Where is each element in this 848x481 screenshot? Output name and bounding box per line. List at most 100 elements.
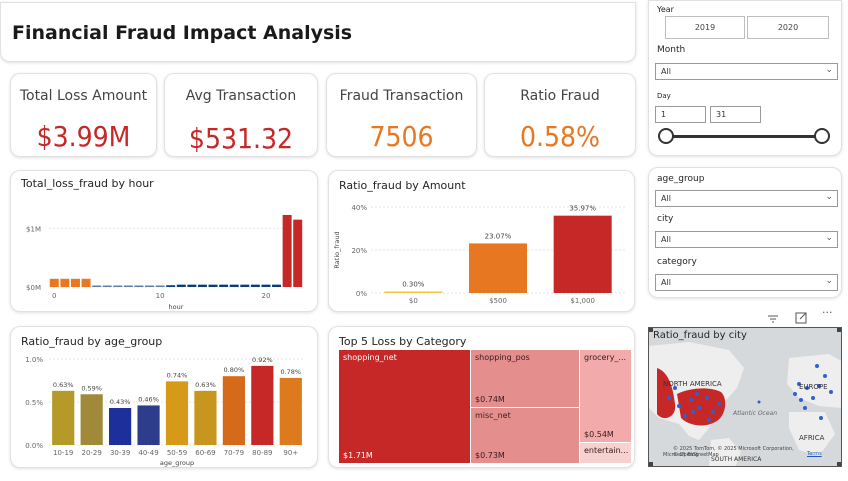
y-tick-label: 20% — [351, 247, 367, 255]
bar — [222, 376, 245, 445]
bar — [469, 243, 527, 293]
x-tick-label: $1,000 — [570, 297, 595, 305]
map-copyright: © 2025 TomTom, © 2025 Microsoft Corporat… — [673, 446, 794, 458]
x-tick-label: 70-79 — [224, 449, 244, 457]
year-2019-button[interactable]: 2019 — [665, 16, 745, 39]
category-dropdown[interactable]: All ⌄ — [655, 274, 838, 291]
month-label: Month — [657, 45, 686, 55]
kpi-label: Total Loss Amount — [19, 88, 148, 104]
x-tick-label: $0 — [409, 297, 418, 305]
data-label: 0.46% — [138, 395, 159, 403]
day-slider-end-handle[interactable] — [814, 128, 830, 144]
bar — [80, 394, 103, 445]
attribute-filter-panel: age_group All ⌄ city All ⌄ category All … — [648, 167, 842, 298]
resize-handle-bl[interactable] — [649, 462, 653, 466]
more-options-icon[interactable]: ··· — [822, 306, 833, 319]
bar — [187, 284, 197, 287]
map-label-north-america: NORTH AMERICA — [663, 380, 722, 388]
treemap-cell-shopping-net[interactable]: shopping_net $1.71M — [339, 350, 470, 463]
bar — [272, 284, 282, 287]
data-label: 35.97% — [569, 205, 596, 213]
x-tick-label: 40-49 — [138, 449, 158, 457]
kpi-label: Ratio Fraud — [520, 88, 600, 104]
y-tick-label: 0.5% — [25, 399, 43, 407]
x-tick-label: 10 — [156, 292, 165, 300]
age-group-label: age_group — [657, 174, 705, 184]
y-tick-label: 0% — [356, 290, 367, 298]
y-tick-label: 0.0% — [25, 442, 43, 450]
month-value: All — [661, 67, 671, 76]
title-card: Financial Fraud Impact Analysis — [0, 2, 636, 62]
bar — [384, 291, 443, 293]
treemap-cell-label: shopping_net — [343, 353, 397, 362]
treemap-cell-grocery[interactable]: grocery_... $0.54M — [580, 350, 631, 442]
treemap-cell-label: entertain... — [584, 446, 629, 455]
bar — [155, 285, 165, 287]
day-from-value: 1 — [661, 110, 667, 119]
focus-mode-icon[interactable] — [795, 309, 807, 324]
year-label: Year — [657, 5, 674, 14]
city-value: All — [661, 235, 671, 244]
city-label: city — [657, 214, 674, 224]
map-terms-link[interactable]: Terms — [807, 451, 822, 457]
day-label: Day — [657, 92, 671, 100]
kpi-ratio-fraud-card[interactable]: Ratio Fraud 0.58% — [484, 73, 636, 157]
bar — [123, 285, 133, 287]
top-loss-treemap[interactable]: Top 5 Loss by Category shopping_net $1.7… — [328, 326, 635, 468]
map-label-europe: EUROPE — [799, 383, 828, 391]
city-dropdown[interactable]: All ⌄ — [655, 231, 838, 248]
day-to-input[interactable]: 31 — [710, 106, 761, 123]
bar — [282, 214, 292, 287]
page-title: Financial Fraud Impact Analysis — [12, 22, 353, 44]
resize-handle-br[interactable] — [837, 462, 841, 466]
bar — [229, 284, 239, 287]
treemap-cell-entertainment[interactable]: entertain... — [580, 443, 631, 463]
map-title: Ratio_fraud by city — [653, 330, 747, 341]
kpi-total-loss-card[interactable]: Total Loss Amount $3.99M — [10, 73, 157, 157]
resize-handle-tl[interactable] — [649, 328, 653, 332]
bar — [194, 390, 217, 445]
x-tick-label: 20 — [261, 292, 270, 300]
bar — [81, 278, 91, 287]
bar — [251, 365, 274, 445]
x-axis-label: age_group — [160, 459, 194, 467]
bar — [279, 377, 302, 445]
category-value: All — [661, 278, 671, 287]
bar — [102, 285, 112, 287]
kpi-fraud-transaction-card[interactable]: Fraud Transaction 7506 — [326, 73, 477, 157]
chevron-down-icon: ⌄ — [825, 65, 833, 75]
day-to-value: 31 — [716, 110, 727, 119]
map-visual[interactable]: Ratio_fraud by city NORTH AMERICA EUROPE… — [648, 327, 842, 467]
data-label: 0.80% — [224, 366, 245, 374]
bar — [261, 284, 271, 287]
bar — [109, 408, 132, 445]
filter-icon[interactable] — [767, 309, 779, 323]
age-group-value: All — [661, 194, 671, 203]
age-group-dropdown[interactable]: All ⌄ — [655, 190, 838, 207]
bar — [166, 285, 176, 287]
category-label: category — [657, 257, 697, 267]
age-chart-svg: 0.0% 0.5% 1.0% 0.63% 10-19 0.59% 20-29 0.43% 30-… — [25, 356, 305, 467]
y-tick-label: 40% — [351, 204, 367, 212]
day-slider-track[interactable] — [665, 135, 823, 138]
resize-handle-tr[interactable] — [837, 328, 841, 332]
ratio-by-age-group-chart[interactable]: Ratio_fraud by age_group 0.0% 0.5% 1.0% 0.6… — [10, 326, 318, 468]
map-label-atlantic: Atlantic Ocean — [733, 410, 778, 417]
bar — [293, 219, 303, 287]
x-tick-label: 90+ — [283, 449, 298, 457]
day-slider-start-handle[interactable] — [658, 128, 674, 144]
year-2020-button[interactable]: 2020 — [747, 16, 829, 39]
data-label: 0.43% — [110, 398, 131, 406]
bar — [176, 284, 186, 287]
bar — [145, 285, 155, 287]
bar — [553, 215, 612, 293]
treemap-cell-misc-net[interactable]: misc_net $0.73M — [471, 408, 579, 463]
month-dropdown[interactable]: All ⌄ — [655, 63, 838, 80]
treemap-cell-shopping-pos[interactable]: shopping_pos $0.74M — [471, 350, 579, 407]
data-label: 0.30% — [402, 281, 425, 289]
kpi-avg-transaction-card[interactable]: Avg Transaction $531.32 — [164, 73, 318, 157]
loss-by-hour-chart[interactable]: Total_loss_fraud by hour $0M $1M 0 10 20 hour — [10, 170, 318, 312]
ratio-by-amount-chart[interactable]: Ratio_fraud by Amount 0% 20% 40% 0.30% $0 23.… — [328, 170, 635, 312]
day-from-input[interactable]: 1 — [655, 106, 706, 123]
y-tick-label: $1M — [26, 225, 41, 233]
